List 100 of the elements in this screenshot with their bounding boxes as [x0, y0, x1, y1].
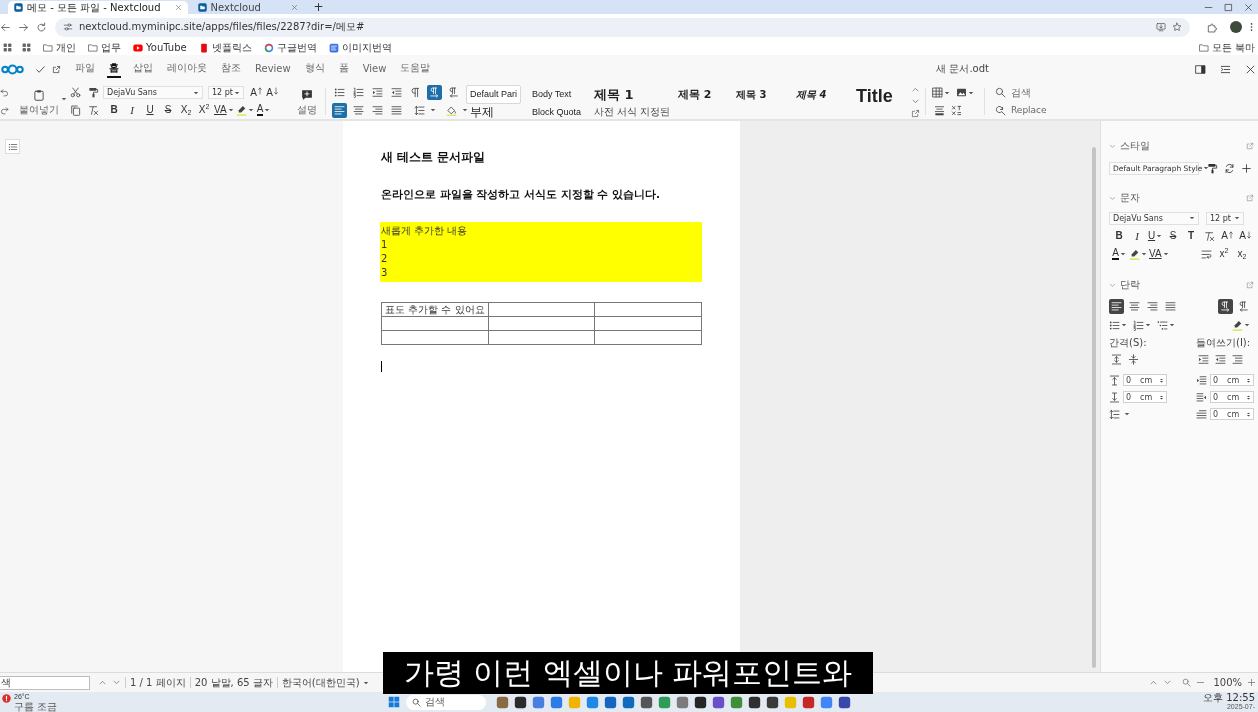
style-preset[interactable]: 부제 [466, 104, 498, 119]
app-icon[interactable] [748, 695, 762, 709]
menu-tab[interactable]: 폼 [336, 60, 351, 78]
profile-avatar-icon[interactable] [1230, 21, 1242, 33]
caret-icon[interactable] [968, 89, 974, 96]
menu-tab[interactable]: 홈 [107, 60, 121, 78]
caret-icon[interactable] [61, 95, 67, 102]
undo-icon[interactable] [0, 88, 9, 98]
character-spacing-button[interactable]: VA [1149, 247, 1169, 261]
language-dropdown[interactable]: 한국어(대한민국) [281, 675, 369, 690]
outline-list-icon[interactable] [1157, 319, 1168, 331]
spin-field[interactable]: 0 cm [1210, 408, 1254, 420]
highlight-button[interactable] [1129, 247, 1147, 261]
address-bar[interactable]: nextcloud.myminipc.site/apps/files/files/2287?dir=/메모# [55, 17, 1190, 37]
grow-font-button[interactable]: A [1219, 229, 1235, 243]
comment-button[interactable]: 설명 [293, 84, 321, 119]
align-button[interactable] [1145, 299, 1160, 314]
decrease-spacing-icon[interactable] [1128, 353, 1139, 365]
navigator-button[interactable] [5, 139, 20, 154]
underline-button[interactable]: U [1147, 229, 1163, 243]
plus-icon[interactable] [1241, 162, 1252, 174]
style-preset[interactable]: Title [852, 85, 897, 107]
shadow-button[interactable]: T [1183, 229, 1199, 243]
star-icon[interactable] [1172, 22, 1182, 32]
bold-button[interactable]: B [1111, 229, 1127, 243]
caret-icon[interactable] [1119, 251, 1126, 257]
external-link-icon[interactable] [52, 64, 61, 74]
bookmark[interactable]: 넷플릭스 [198, 41, 252, 54]
zoom-out-icon[interactable] [1182, 678, 1192, 687]
hanging-indent-icon[interactable] [1232, 353, 1243, 365]
align-button[interactable] [332, 102, 347, 118]
weather-alert-icon[interactable] [2, 694, 11, 703]
align-button[interactable] [1127, 299, 1142, 314]
find-field[interactable]: 색 [0, 675, 90, 690]
paint-bucket-icon[interactable] [446, 104, 457, 116]
font-color-button[interactable]: A [255, 103, 272, 118]
font-size-dropdown[interactable]: 12 pt [1206, 211, 1244, 225]
grow-font-button[interactable]: A [248, 85, 264, 100]
check-icon[interactable] [35, 63, 46, 75]
symbols-icon[interactable] [951, 104, 962, 116]
paragraph-toggle-button[interactable] [427, 85, 442, 101]
numbered-list-icon[interactable] [353, 87, 364, 99]
wrap-button[interactable] [1198, 247, 1214, 261]
numbered-list-icon[interactable] [1133, 319, 1144, 331]
menu-tab[interactable]: View [360, 60, 389, 78]
external-link-icon[interactable] [910, 108, 920, 118]
menu-tab[interactable]: 형식 [302, 60, 327, 78]
install-icon[interactable] [1156, 22, 1166, 32]
taskbar-search-field[interactable]: 검색 [406, 694, 487, 710]
bookmark[interactable]: 업무 [88, 41, 121, 54]
section-toggle[interactable]: 단락 [1109, 278, 1140, 292]
outdent-icon[interactable] [391, 87, 402, 99]
image-icon[interactable] [956, 87, 967, 99]
menu-tab[interactable]: 삽입 [131, 60, 155, 78]
site-settings-icon[interactable] [63, 22, 73, 32]
style-preset[interactable]: Block Quota [528, 104, 586, 119]
grid-icon[interactable] [3, 43, 12, 52]
maximize-icon[interactable] [1224, 2, 1233, 12]
paintbrush-icon[interactable] [88, 87, 99, 99]
caret-icon[interactable] [1162, 251, 1169, 257]
shrink-font-button[interactable]: A [264, 85, 280, 100]
lines-icon[interactable] [934, 104, 945, 116]
caret-icon[interactable] [1244, 322, 1250, 328]
bookmark[interactable]: 개인 [43, 41, 76, 54]
caret-icon[interactable] [1121, 322, 1127, 328]
style-preset[interactable]: 제목 1 [590, 85, 638, 104]
windows-icon[interactable] [388, 696, 401, 708]
grid-icon[interactable] [22, 43, 31, 52]
indent-icon[interactable] [372, 87, 383, 99]
app-icon[interactable] [694, 695, 708, 709]
collapse-icon[interactable] [1220, 63, 1231, 75]
caret-icon[interactable] [1156, 233, 1163, 239]
direction-button[interactable] [1218, 299, 1233, 314]
menu-tab[interactable]: 파일 [73, 60, 97, 78]
bold-button[interactable]: B [106, 103, 122, 118]
close-icon[interactable] [1245, 63, 1256, 75]
paste-button[interactable]: 붙여넣기 [18, 84, 60, 119]
back-icon[interactable] [0, 21, 11, 33]
direction-button[interactable] [1236, 299, 1251, 314]
puzzle-icon[interactable] [1207, 21, 1218, 33]
paintbrush-icon[interactable] [1207, 162, 1218, 174]
strikethrough-button[interactable]: S [1165, 229, 1181, 243]
spin-field[interactable]: 0 cm [1210, 374, 1254, 386]
menu-tab[interactable]: Review [253, 60, 293, 78]
line-spacing-icon[interactable] [1109, 408, 1120, 420]
bullet-list-icon[interactable] [1109, 319, 1120, 331]
bookmark[interactable]: 이미지번역 [328, 41, 392, 54]
caret-icon[interactable] [1145, 322, 1151, 328]
menu-tab[interactable]: 참조 [219, 60, 243, 78]
spin-field[interactable]: 0 cm [1123, 391, 1167, 403]
caret-icon[interactable] [462, 107, 468, 114]
style-preset[interactable]: 사전 서식 지정된 [590, 104, 675, 119]
font-size-dropdown[interactable]: 12 pt [208, 86, 244, 100]
superscript-button[interactable]: x$^{2}$ [1216, 247, 1232, 261]
italic-button[interactable]: I [124, 103, 140, 118]
highlight-button[interactable] [235, 103, 254, 118]
caret-icon[interactable] [430, 107, 436, 114]
strikethrough-button[interactable]: S [160, 103, 176, 118]
character-spacing-button[interactable]: VA [214, 103, 234, 118]
spin-field[interactable]: 0 cm [1210, 391, 1254, 403]
